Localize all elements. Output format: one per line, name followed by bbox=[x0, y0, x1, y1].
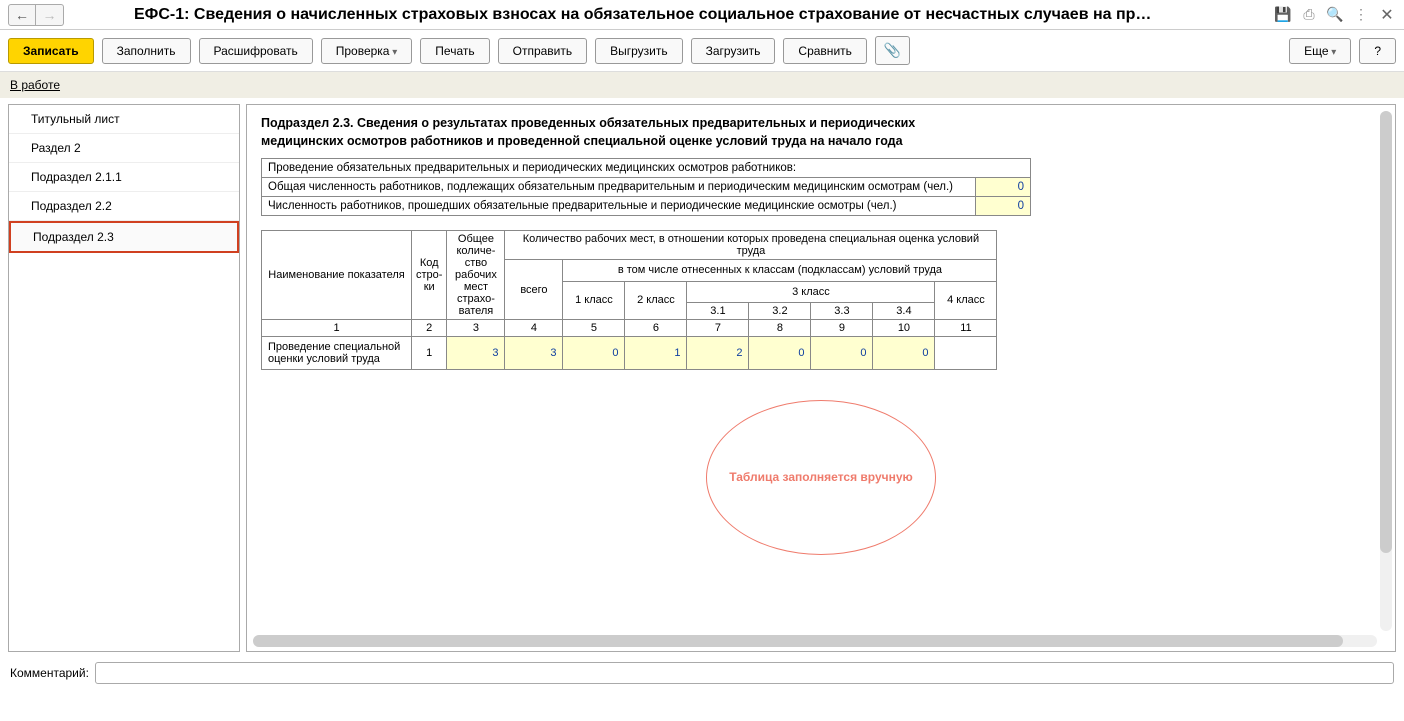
t2-row-code: 1 bbox=[412, 337, 447, 370]
t2-v-2[interactable]: 0 bbox=[563, 337, 625, 370]
t1-row-1-value[interactable]: 0 bbox=[976, 197, 1031, 216]
t2-v-5[interactable]: 0 bbox=[749, 337, 811, 370]
t1-row-0: Общая численность работников, подлежащих… bbox=[262, 178, 1031, 197]
status-link[interactable]: В работе bbox=[10, 78, 60, 92]
t2-v-6[interactable]: 0 bbox=[811, 337, 873, 370]
content-area: Подраздел 2.3. Сведения о результатах пр… bbox=[246, 104, 1396, 652]
sidebar-item-title-page[interactable]: Титульный лист bbox=[9, 105, 239, 134]
comment-label: Комментарий: bbox=[10, 666, 89, 680]
content-vscroll[interactable] bbox=[1380, 111, 1392, 631]
t2-cn-11: 11 bbox=[935, 320, 997, 337]
sidebar: Титульный лист Раздел 2 Подраздел 2.1.1 … bbox=[8, 104, 240, 652]
t2-v-4[interactable]: 2 bbox=[687, 337, 749, 370]
section-heading: Подраздел 2.3. Сведения о результатах пр… bbox=[261, 115, 1001, 150]
t2-h-34: 3.4 bbox=[873, 303, 935, 320]
close-icon[interactable]: ✕ bbox=[1378, 6, 1396, 24]
t2-cn-3: 3 bbox=[447, 320, 505, 337]
window-title: ЕФС-1: Сведения о начисленных страховых … bbox=[74, 6, 1274, 24]
t2-h-total-places: Общее количе-ство рабочих мест страхо-ва… bbox=[447, 231, 505, 320]
t2-h-incl: в том числе отнесенных к классам (подкла… bbox=[563, 260, 997, 282]
titlebar: ← → ЕФС-1: Сведения о начисленных страхо… bbox=[0, 0, 1404, 30]
t2-cn-4: 4 bbox=[505, 320, 563, 337]
t2-h-workplaces: Количество рабочих мест, в отношении кот… bbox=[505, 231, 997, 260]
t2-cn-8: 8 bbox=[749, 320, 811, 337]
t2-cn-6: 6 bbox=[625, 320, 687, 337]
t2-cn-1: 1 bbox=[262, 320, 412, 337]
t2-h-c1: 1 класс bbox=[563, 281, 625, 320]
nav-forward-button[interactable]: → bbox=[36, 4, 64, 26]
fill-button[interactable]: Заполнить bbox=[102, 38, 191, 64]
print-button[interactable]: Печать bbox=[420, 38, 489, 64]
save-icon[interactable]: 💾 bbox=[1274, 6, 1292, 24]
t2-h-c4: 4 класс bbox=[935, 281, 997, 320]
nav-buttons: ← → bbox=[8, 4, 64, 26]
comment-row: Комментарий: bbox=[0, 658, 1404, 688]
t2-v-7[interactable]: 0 bbox=[873, 337, 935, 370]
sidebar-item-subsection-23[interactable]: Подраздел 2.3 bbox=[9, 221, 239, 253]
print-icon[interactable]: ⎙ bbox=[1300, 6, 1318, 24]
titlebar-actions: 💾 ⎙ 🔍 ⋮ ✕ bbox=[1274, 6, 1396, 24]
sidebar-item-section-2[interactable]: Раздел 2 bbox=[9, 134, 239, 163]
t2-data-row: Проведение специальной оценки условий тр… bbox=[262, 337, 997, 370]
t2-h-c2: 2 класс bbox=[625, 281, 687, 320]
send-button[interactable]: Отправить bbox=[498, 38, 588, 64]
t2-v-blank bbox=[935, 337, 997, 370]
content-hscroll[interactable] bbox=[253, 635, 1377, 647]
t2-h-all: всего bbox=[505, 260, 563, 320]
t2-cn-5: 5 bbox=[563, 320, 625, 337]
attach-button[interactable]: 📎 bbox=[875, 36, 910, 65]
status-bar: В работе bbox=[0, 72, 1404, 98]
t2-row-name: Проведение специальной оценки условий тр… bbox=[262, 337, 412, 370]
toolbar: Записать Заполнить Расшифровать Проверка… bbox=[0, 30, 1404, 72]
t1-header: Проведение обязательных предварительных … bbox=[262, 159, 1031, 178]
t1-row-1: Численность работников, прошедших обязат… bbox=[262, 197, 1031, 216]
t1-row-0-value[interactable]: 0 bbox=[976, 178, 1031, 197]
import-button[interactable]: Загрузить bbox=[691, 38, 776, 64]
export-button[interactable]: Выгрузить bbox=[595, 38, 683, 64]
more-button[interactable]: Еще bbox=[1289, 38, 1351, 64]
check-button[interactable]: Проверка bbox=[321, 38, 413, 64]
decode-button[interactable]: Расшифровать bbox=[199, 38, 313, 64]
t2-cn-10: 10 bbox=[873, 320, 935, 337]
annotation-wrap: Таблица заполняется вручную bbox=[261, 400, 1381, 555]
t2-v-1[interactable]: 3 bbox=[505, 337, 563, 370]
write-button[interactable]: Записать bbox=[8, 38, 94, 64]
preview-icon[interactable]: 🔍 bbox=[1326, 6, 1344, 24]
sidebar-item-subsection-22[interactable]: Подраздел 2.2 bbox=[9, 192, 239, 221]
t2-h-code: Код стро-ки bbox=[412, 231, 447, 320]
t2-cn-9: 9 bbox=[811, 320, 873, 337]
t2-h-31: 3.1 bbox=[687, 303, 749, 320]
annotation-bubble: Таблица заполняется вручную bbox=[706, 400, 936, 555]
nav-back-button[interactable]: ← bbox=[8, 4, 36, 26]
help-button[interactable]: ? bbox=[1359, 38, 1396, 64]
t2-cn-2: 2 bbox=[412, 320, 447, 337]
t1-row-0-label: Общая численность работников, подлежащих… bbox=[262, 178, 976, 197]
sidebar-item-subsection-211[interactable]: Подраздел 2.1.1 bbox=[9, 163, 239, 192]
t2-h-name: Наименование показателя bbox=[262, 231, 412, 320]
t2-h-33: 3.3 bbox=[811, 303, 873, 320]
compare-button[interactable]: Сравнить bbox=[783, 38, 866, 64]
t2-colnum-row: 1 2 3 4 5 6 7 8 9 10 11 bbox=[262, 320, 997, 337]
menu-icon[interactable]: ⋮ bbox=[1352, 6, 1370, 24]
content-inner: Подраздел 2.3. Сведения о результатах пр… bbox=[247, 105, 1395, 651]
t2-h-32: 3.2 bbox=[749, 303, 811, 320]
medical-exam-table: Проведение обязательных предварительных … bbox=[261, 158, 1031, 216]
assessment-table: Наименование показателя Код стро-ки Обще… bbox=[261, 230, 997, 370]
t2-v-3[interactable]: 1 bbox=[625, 337, 687, 370]
t2-h-c3: 3 класс bbox=[687, 281, 935, 303]
t2-v-0[interactable]: 3 bbox=[447, 337, 505, 370]
t1-row-1-label: Численность работников, прошедших обязат… bbox=[262, 197, 976, 216]
main-layout: Титульный лист Раздел 2 Подраздел 2.1.1 … bbox=[0, 98, 1404, 658]
comment-input[interactable] bbox=[95, 662, 1394, 684]
t2-cn-7: 7 bbox=[687, 320, 749, 337]
